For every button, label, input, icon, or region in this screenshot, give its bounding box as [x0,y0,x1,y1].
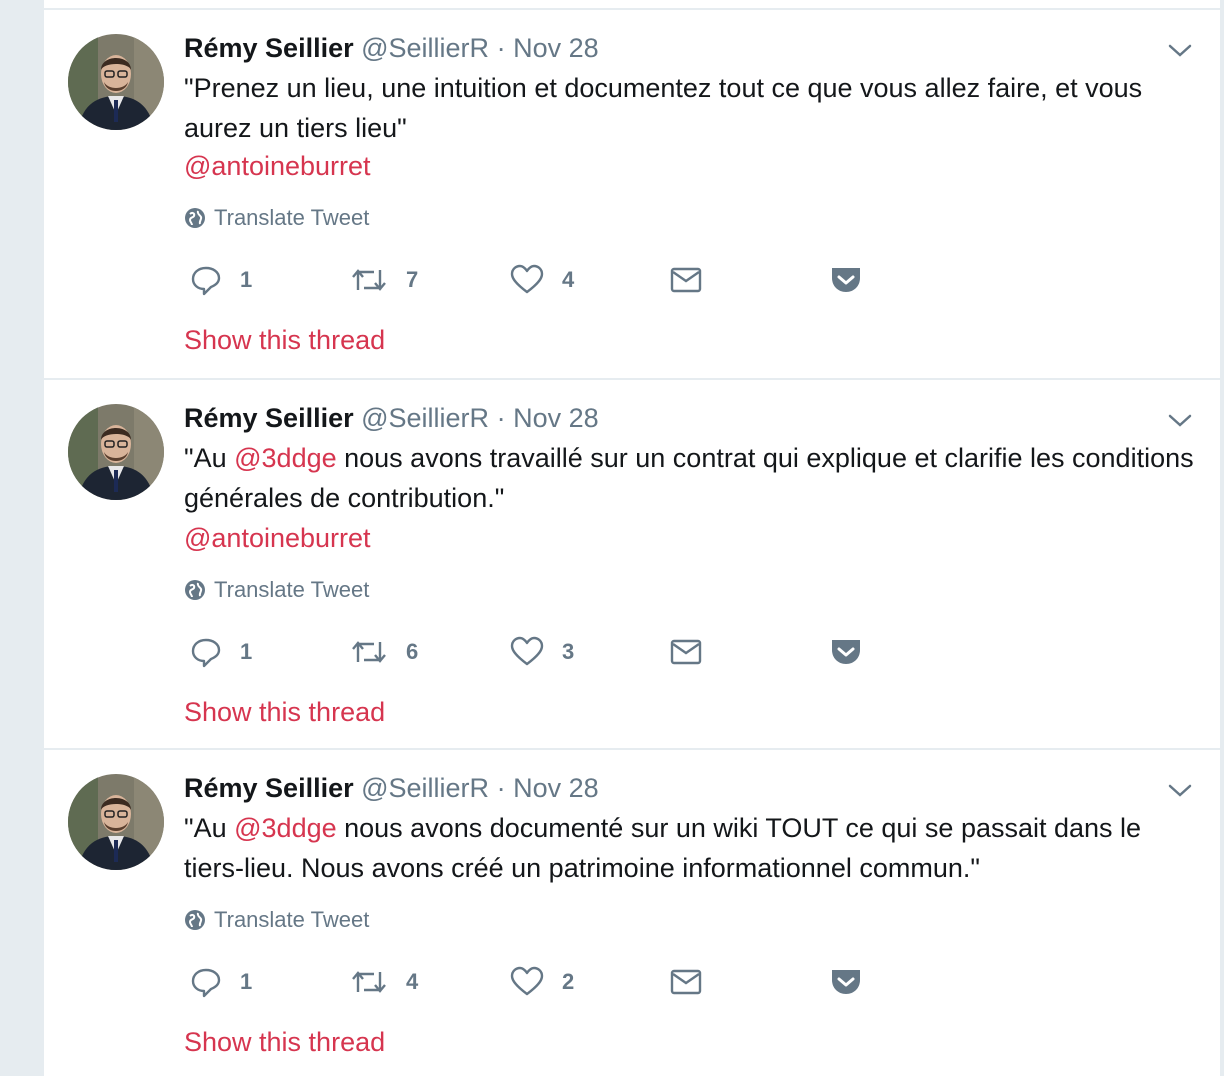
show-thread-link[interactable]: Show this thread [184,696,385,728]
retweet-button[interactable]: 6 [350,632,418,672]
like-count: 4 [562,267,575,292]
pocket-button[interactable] [830,632,862,672]
tweet-header: Rémy Seillier @SeillierR · Nov 28 [184,402,599,434]
reply-button[interactable]: 1 [190,632,252,672]
tweet-text-part: "Au [184,443,235,473]
reply-button[interactable]: 1 [190,962,252,1002]
retweet-icon [352,269,386,291]
username[interactable]: @SeillierR [361,33,489,63]
username[interactable]: @SeillierR [361,403,489,433]
tweet-text-part: "Prenez un lieu, une intuition et docume… [184,73,1143,143]
mention-link[interactable]: @3ddge [234,813,337,843]
like-button[interactable]: 2 [510,962,574,1002]
translate-label: Translate Tweet [214,577,370,602]
heart-icon [510,966,544,996]
retweet-button[interactable]: 7 [350,260,418,300]
tweet-actions: 1 6 3 [184,632,944,672]
translate-label: Translate Tweet [214,907,370,932]
direct-message-button[interactable] [670,962,702,1002]
pocket-icon [832,268,860,292]
pocket-icon [832,970,860,994]
tweet-actions: 1 7 4 [184,260,944,300]
chevron-down-icon[interactable] [1166,40,1194,60]
timestamp[interactable]: Nov 28 [513,403,599,433]
tweet-actions: 1 4 2 [184,962,944,1002]
pocket-button[interactable] [830,260,862,300]
translate-tweet[interactable]: Translate Tweet [184,576,369,604]
pocket-icon [832,640,860,664]
timeline: Rémy Seillier @SeillierR · Nov 28 "Prene… [44,0,1220,1076]
heart-icon [510,636,544,666]
mention-link[interactable]: @antoineburret [184,146,371,186]
envelope-icon [670,969,702,995]
reply-count: 1 [240,639,253,664]
tweet-header: Rémy Seillier @SeillierR · Nov 28 [184,772,599,804]
reply-icon [191,638,221,668]
fullname[interactable]: Rémy Seillier [184,773,354,803]
fullname[interactable]: Rémy Seillier [184,33,354,63]
tweet-text: "Au @3ddge nous avons travaillé sur un c… [184,438,1204,518]
direct-message-button[interactable] [670,260,702,300]
reply-button[interactable]: 1 [190,260,252,300]
like-count: 2 [562,969,575,994]
globe-icon [185,580,205,600]
tweet-text-part: "Au [184,813,235,843]
separator: · [496,773,506,803]
direct-message-button[interactable] [670,632,702,672]
separator: · [496,403,506,433]
like-button[interactable]: 4 [510,260,574,300]
separator: · [496,33,506,63]
globe-icon [185,208,205,228]
retweet-count: 4 [406,969,419,994]
like-button[interactable]: 3 [510,632,574,672]
retweet-icon [352,971,386,993]
chevron-down-icon[interactable] [1166,780,1194,800]
translate-tweet[interactable]: Translate Tweet [184,204,369,232]
timestamp[interactable]: Nov 28 [513,773,599,803]
retweet-count: 7 [406,267,419,292]
envelope-icon [670,639,702,665]
retweet-icon [352,641,386,663]
avatar[interactable] [68,774,164,870]
tweet[interactable]: Rémy Seillier @SeillierR · Nov 28 "Prene… [44,10,1220,380]
pocket-button[interactable] [830,962,862,1002]
show-thread-link[interactable]: Show this thread [184,324,385,356]
tweet[interactable]: Rémy Seillier @SeillierR · Nov 28 "Au @3… [44,750,1220,1076]
tweet-header: Rémy Seillier @SeillierR · Nov 28 [184,32,599,64]
globe-icon [185,910,205,930]
reply-icon [191,266,221,296]
username[interactable]: @SeillierR [361,773,489,803]
reply-count: 1 [240,267,253,292]
avatar[interactable] [68,404,164,500]
reply-count: 1 [240,969,253,994]
like-count: 3 [562,639,575,664]
mention-link[interactable]: @3ddge [234,443,337,473]
heart-icon [510,264,544,294]
reply-icon [191,968,221,998]
show-thread-link[interactable]: Show this thread [184,1026,385,1058]
tweet-text: "Prenez un lieu, une intuition et docume… [184,68,1204,148]
fullname[interactable]: Rémy Seillier [184,403,354,433]
retweet-count: 6 [406,639,419,664]
envelope-icon [670,267,702,293]
timestamp[interactable]: Nov 28 [513,33,599,63]
avatar[interactable] [68,34,164,130]
retweet-button[interactable]: 4 [350,962,418,1002]
translate-tweet[interactable]: Translate Tweet [184,906,369,934]
chevron-down-icon[interactable] [1166,410,1194,430]
mention-link[interactable]: @antoineburret [184,518,371,558]
tweet-text: "Au @3ddge nous avons documenté sur un w… [184,808,1204,888]
translate-label: Translate Tweet [214,205,370,230]
tweet[interactable]: Rémy Seillier @SeillierR · Nov 28 "Au @3… [44,380,1220,750]
